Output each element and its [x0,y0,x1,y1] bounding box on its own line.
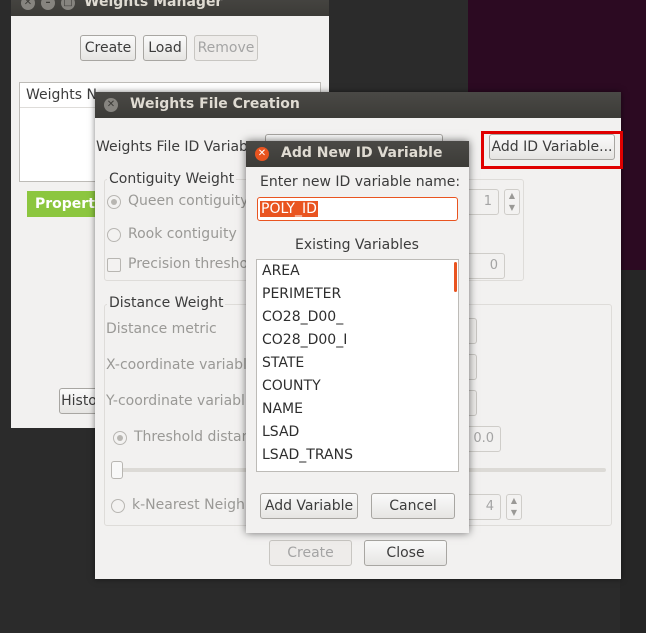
threshold-slider-handle[interactable] [111,461,123,479]
existing-variables-list[interactable]: AREA PERIMETER CO28_D00_ CO28_D00_I STATE COU… [256,259,459,472]
existing-variables-header: Existing Variables [295,237,419,253]
create-button[interactable]: Create [80,35,136,61]
add-id-variable-titlebar[interactable]: ✕ Add New ID Variable [246,141,469,167]
precision-checkbox[interactable] [107,258,121,272]
list-scrollbar[interactable] [454,262,457,292]
new-id-input-value: POLY_ID [260,201,318,217]
dialog-title: Add New ID Variable [281,145,443,161]
remove-button[interactable]: Remove [194,35,258,61]
knn-radio[interactable] [111,499,125,513]
id-variable-label: Weights File ID Variab [96,139,248,155]
queen-label: Queen contiguity [128,193,249,209]
contiguity-header: Contiguity Weight [107,171,237,187]
list-item[interactable]: COUNTY [257,375,458,398]
list-item[interactable]: CO28_D00_I [257,329,458,352]
close-icon[interactable]: ✕ [21,0,35,10]
history-button[interactable]: Histo [59,388,99,414]
close-icon[interactable]: ✕ [104,98,118,112]
list-item[interactable]: NAME [257,398,458,421]
list-item[interactable]: LSAD [257,421,458,444]
weights-file-creation-titlebar[interactable]: ✕ Weights File Creation [95,92,621,118]
precision-label: Precision thresho [128,256,249,272]
distance-metric-label: Distance metric [106,321,217,337]
knn-spinner[interactable]: ▲ ▼ [506,494,522,520]
x-coordinate-label: X-coordinate variabl [106,357,247,373]
minimize-icon[interactable]: – [41,0,55,10]
cancel-button[interactable]: Cancel [371,493,455,519]
rook-label: Rook contiguity [128,226,237,242]
threshold-field[interactable]: 0.0 [465,426,501,452]
distance-header: Distance Weight [107,295,226,311]
create-button[interactable]: Create [269,540,352,566]
queen-radio[interactable] [107,195,121,209]
order-field[interactable]: 1 [465,189,499,215]
list-item[interactable]: LSAD_TRANS [257,444,458,467]
knn-label: k-Nearest Neighb [132,497,254,513]
list-item[interactable]: PERIMETER [257,283,458,306]
list-item[interactable]: STATE [257,352,458,375]
desktop-background-dark [620,270,646,633]
order-spinner[interactable]: ▲ ▼ [504,189,520,215]
new-id-prompt: Enter new ID variable name: [260,174,461,190]
load-button[interactable]: Load [143,35,187,61]
threshold-label: Threshold distan [134,429,251,445]
knn-field[interactable]: 4 [465,494,501,520]
list-item[interactable]: AREA [257,260,458,283]
close-button[interactable]: Close [364,540,447,566]
weights-manager-titlebar[interactable]: ✕ – □ Weights Manager [11,0,329,16]
rook-radio[interactable] [107,228,121,242]
threshold-radio[interactable] [113,431,127,445]
add-variable-button[interactable]: Add Variable [260,493,358,519]
list-item[interactable]: CO28_D00_ [257,306,458,329]
list-header: Weights N [26,87,97,103]
add-new-id-variable-dialog: ✕ Add New ID Variable Enter new ID varia… [246,141,469,533]
precision-field[interactable]: 0 [465,253,505,279]
window-title: Weights Manager [84,0,223,10]
y-coordinate-label: Y-coordinate variabl [106,393,245,409]
new-id-input[interactable]: POLY_ID [257,197,458,221]
maximize-icon[interactable]: □ [61,0,75,10]
highlight-box [481,131,623,169]
window-title: Weights File Creation [130,96,300,112]
close-icon[interactable]: ✕ [255,147,269,161]
